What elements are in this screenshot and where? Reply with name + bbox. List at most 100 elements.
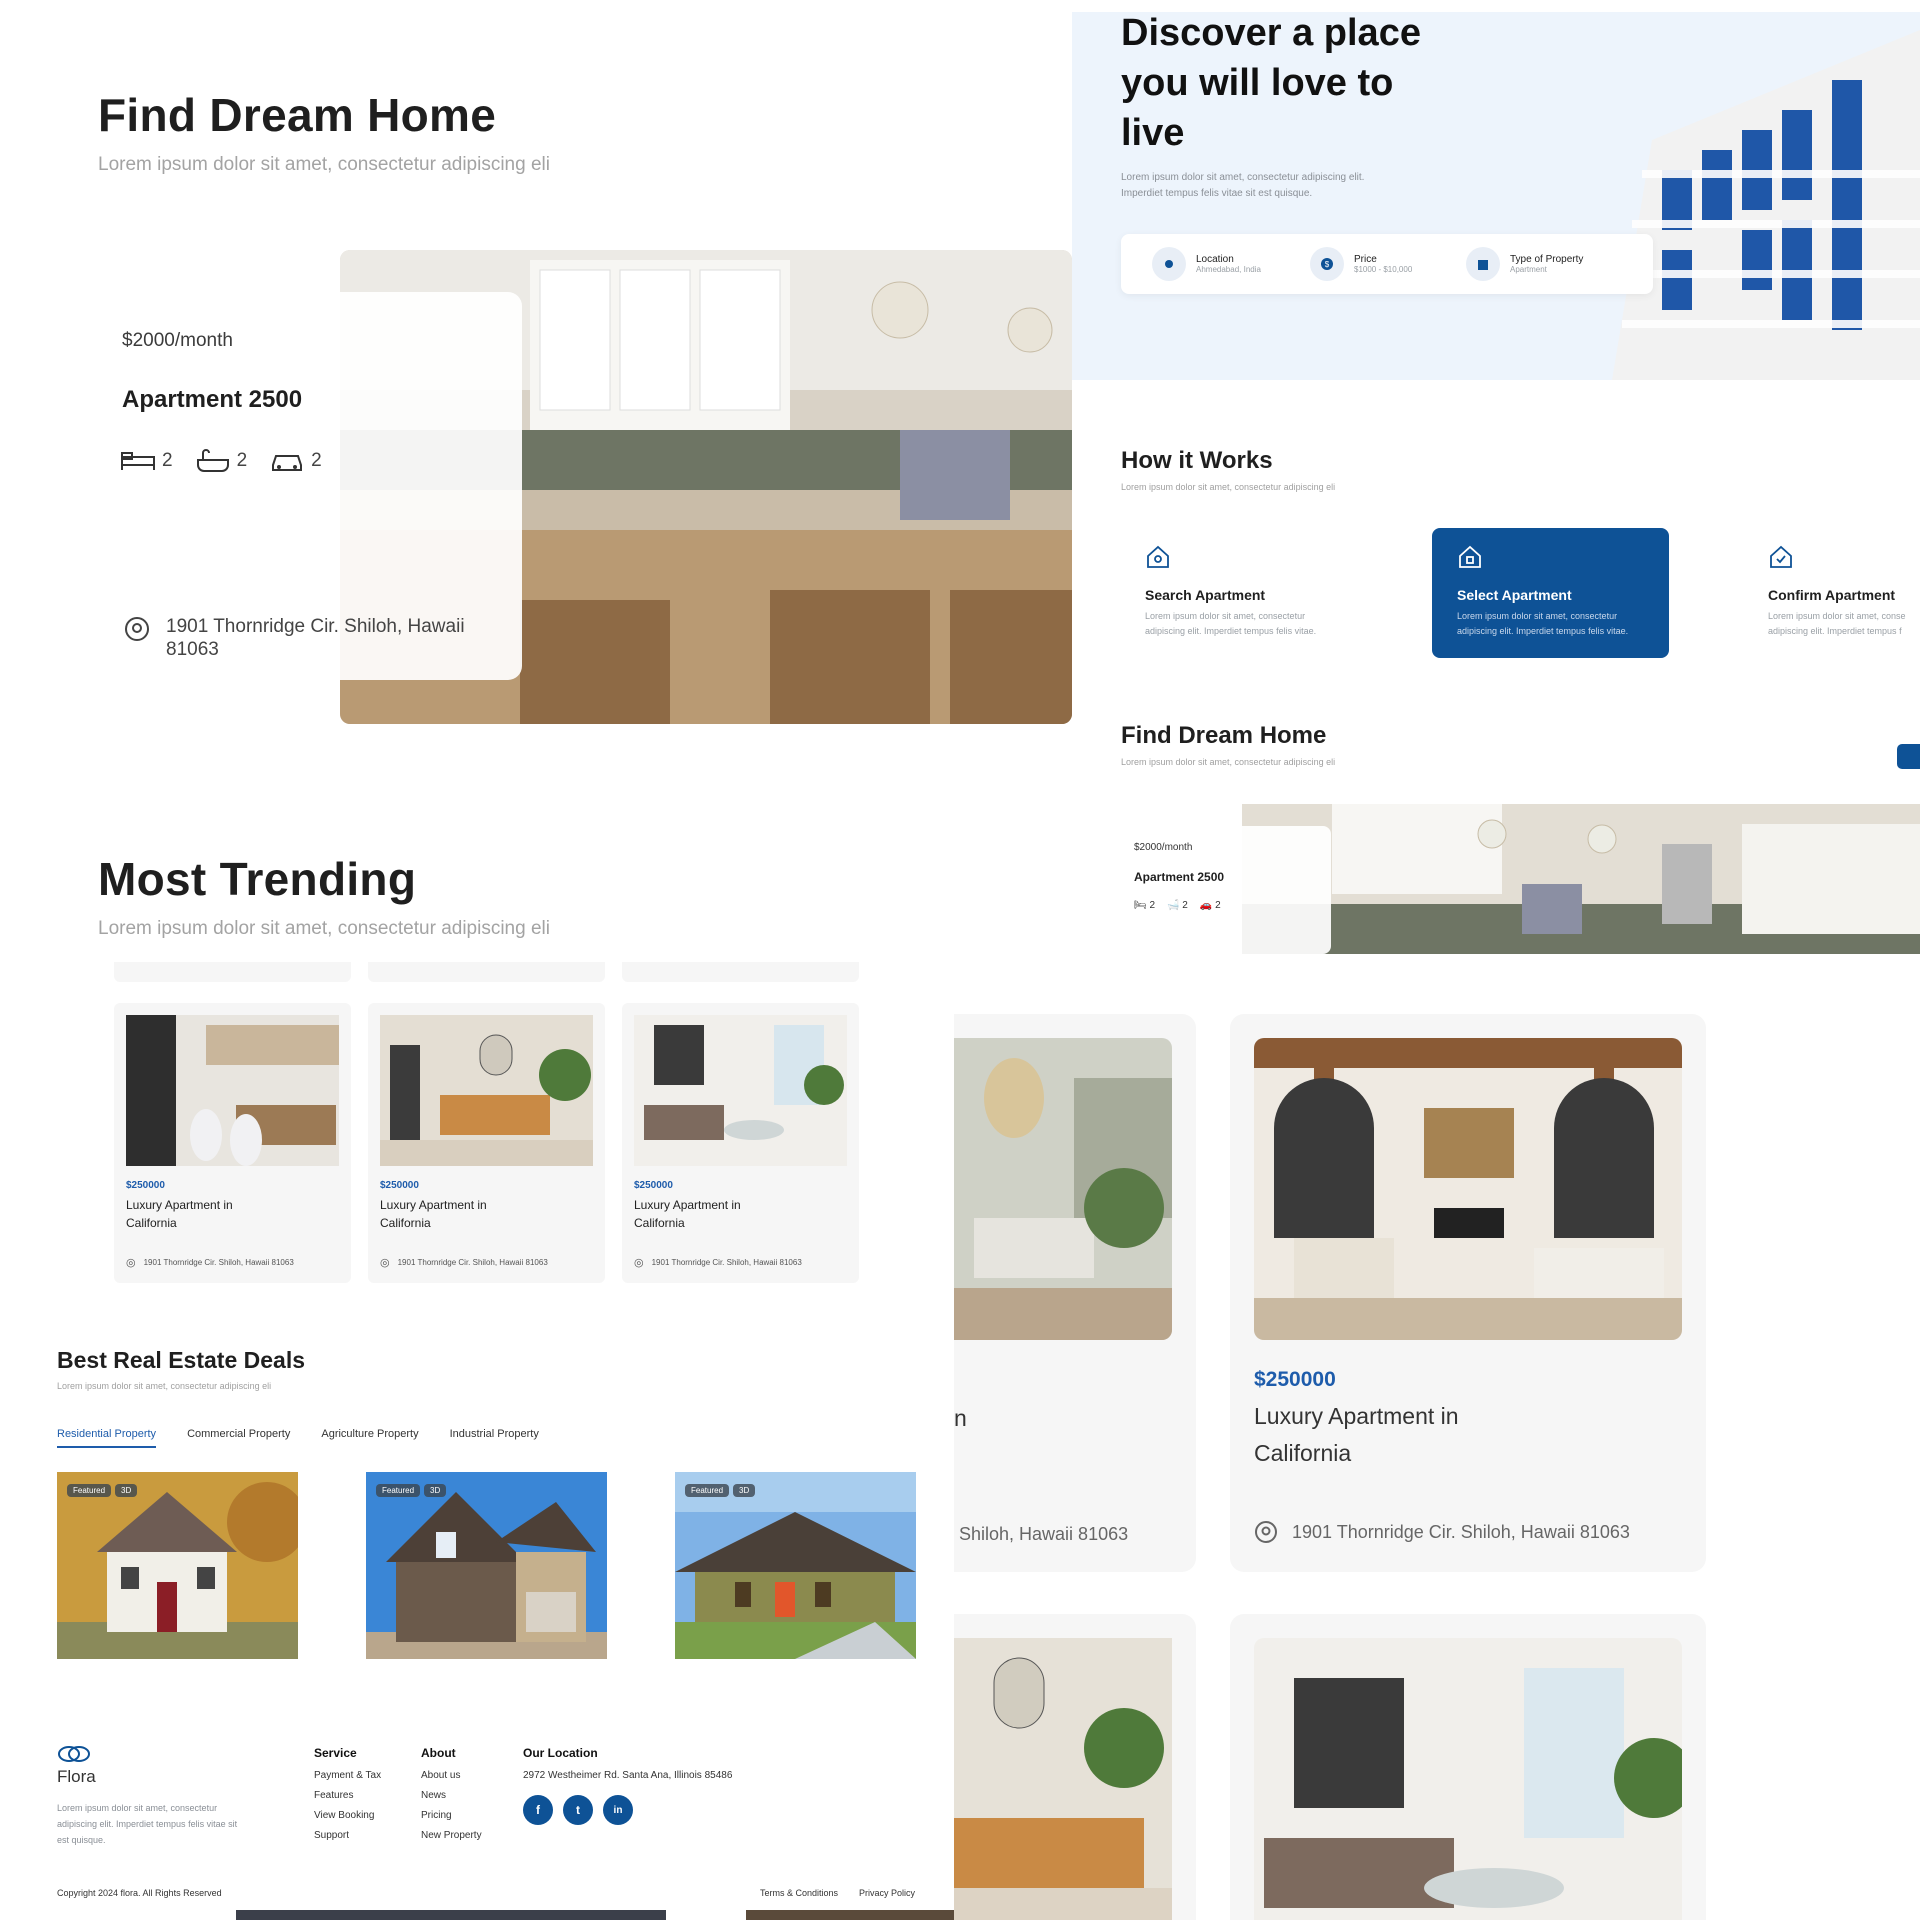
trending-photo-2 <box>380 1015 593 1166</box>
step-confirm[interactable]: Confirm Apartment Lorem ipsum dolor sit … <box>1768 544 1920 639</box>
trending-price-2: $250000 <box>380 1180 419 1191</box>
trending-card-partial-1 <box>114 962 351 982</box>
bed-feature: 2 <box>120 450 173 472</box>
deal-photo-2[interactable] <box>366 1472 607 1659</box>
listing-name: Apartment 2500 <box>122 386 303 413</box>
footer-link-support[interactable]: Support <box>314 1830 381 1841</box>
step-select-desc: Lorem ipsum dolor sit amet, consectetur a… <box>1457 609 1657 639</box>
footer-about-heading: About <box>421 1746 456 1760</box>
location-value: Ahmedabad, India <box>1196 265 1261 274</box>
small-car-count: 2 <box>1215 900 1221 911</box>
price-label: Price <box>1354 254 1377 265</box>
trending-address-2-text: 1901 Thornridge Cir. Shiloh, Hawaii 8106… <box>397 1258 548 1267</box>
step-confirm-desc-line1: Lorem ipsum dolor sit amet, conse <box>1768 611 1906 621</box>
listing-price: $2000/month <box>122 330 233 351</box>
find-home-view-all-button[interactable] <box>1897 744 1920 769</box>
trending-subtitle: Lorem ipsum dolor sit amet, consectetur … <box>98 918 550 939</box>
large-card-partial-address: Shiloh, Hawaii 81063 <box>959 1524 1129 1544</box>
step-search-desc-line1: Lorem ipsum dolor sit amet, consectetur <box>1145 611 1306 621</box>
deal-badges-3: Featured 3D <box>685 1484 756 1497</box>
large-card-name-line1: Luxury Apartment in <box>1254 1403 1459 1429</box>
trending-address-1-text: 1901 Thornridge Cir. Shiloh, Hawaii 8106… <box>143 1258 294 1267</box>
trending-name-2-line2: California <box>380 1216 431 1230</box>
bath-count: 2 <box>236 450 248 471</box>
facebook-icon[interactable]: f <box>523 1795 553 1825</box>
footer-about-line1: Lorem ipsum dolor sit amet, consectetur <box>57 1803 218 1813</box>
find-home-small-subtitle: Lorem ipsum dolor sit amet, consectetur … <box>1121 757 1336 767</box>
step-confirm-desc-line2: adipiscing elit. Imperdiet tempus f <box>1768 626 1902 636</box>
location-icon <box>1152 247 1186 281</box>
house-search-icon <box>1147 545 1169 568</box>
footer-service-heading: Service <box>314 1746 357 1760</box>
trending-address-1: ◎ 1901 Thornridge Cir. Shiloh, Hawaii 810… <box>126 1256 294 1269</box>
price-value: $1000 - $10,000 <box>1354 265 1413 274</box>
deal-photo-1[interactable] <box>57 1472 298 1659</box>
step-search-desc-line2: adipiscing elit. Imperdiet tempus felis … <box>1145 626 1317 636</box>
location-label: Location <box>1196 254 1234 265</box>
large-card-address-text: 1901 Thornridge Cir. Shiloh, Hawaii 8106… <box>1292 1521 1630 1542</box>
trending-name-1: Luxury Apartment in California <box>126 1196 233 1232</box>
search-location[interactable]: Location Ahmedabad, India <box>1152 247 1261 281</box>
car-feature: 2 <box>269 449 322 473</box>
footer-privacy-link[interactable]: Privacy Policy <box>859 1888 915 1898</box>
twitter-icon[interactable]: t <box>563 1795 593 1825</box>
footer-about-line3: est quisque. <box>57 1835 106 1845</box>
featured-badge: Featured <box>376 1484 421 1497</box>
search-price[interactable]: $ Price $1000 - $10,000 <box>1310 247 1412 281</box>
footer-link-pricing[interactable]: Pricing <box>421 1810 482 1821</box>
trending-name-1-line1: Luxury Apartment in <box>126 1198 233 1212</box>
footer-terms-link[interactable]: Terms & Conditions <box>760 1888 838 1898</box>
bottom-cropped-image-1 <box>236 1910 666 1920</box>
linkedin-icon[interactable]: in <box>603 1795 633 1825</box>
bathtub-icon: 🛁 <box>1167 900 1180 911</box>
footer-about-line2: adipiscing elit. Imperdiet tempus felis … <box>57 1819 238 1829</box>
discover-title-line1: Discover a place <box>1121 12 1421 54</box>
footer-link-payment[interactable]: Payment & Tax <box>314 1770 381 1781</box>
tab-residential[interactable]: Residential Property <box>57 1428 157 1448</box>
step-search-title: Search Apartment <box>1145 587 1266 603</box>
discover-desc-line2: Imperdiet tempus felis vitae sit est qui… <box>1121 188 1313 199</box>
footer-link-news[interactable]: News <box>421 1790 482 1801</box>
trending-name-2-line1: Luxury Apartment in <box>380 1198 487 1212</box>
large-card-partial-name: n <box>954 1405 967 1431</box>
tab-agriculture[interactable]: Agriculture Property <box>321 1428 418 1448</box>
dollar-icon: $ <box>1310 247 1344 281</box>
building-icon <box>1466 247 1500 281</box>
footer-link-features[interactable]: Features <box>314 1790 381 1801</box>
tab-industrial[interactable]: Industrial Property <box>450 1428 539 1448</box>
step-select-content: Select Apartment Lorem ipsum dolor sit a… <box>1457 544 1657 639</box>
footer-link-about-us[interactable]: About us <box>421 1770 482 1781</box>
trending-price-1: $250000 <box>126 1180 165 1191</box>
3d-badge: 3D <box>733 1484 756 1497</box>
deal-photo-3[interactable] <box>675 1472 916 1659</box>
kitchen-photo-small <box>1242 804 1920 954</box>
how-it-works-title: How it Works <box>1121 447 1273 474</box>
small-car-feature: 🚗 2 <box>1200 900 1221 911</box>
trending-name-2: Luxury Apartment in California <box>380 1196 487 1232</box>
search-property-type[interactable]: Type of Property Apartment <box>1466 247 1583 281</box>
flora-logo-icon <box>58 1746 90 1762</box>
footer-link-view-booking[interactable]: View Booking <box>314 1810 381 1821</box>
house-check-icon <box>1770 545 1792 568</box>
discover-desc: Lorem ipsum dolor sit amet, consectetur … <box>1121 170 1364 202</box>
location-pin-icon: ◎ <box>126 1257 136 1269</box>
footer-service-column: Service Payment & Tax Features View Book… <box>314 1746 381 1841</box>
tab-commercial[interactable]: Commercial Property <box>187 1428 290 1448</box>
trending-address-3: ◎ 1901 Thornridge Cir. Shiloh, Hawaii 810… <box>634 1256 802 1269</box>
footer-location-column: Our Location 2972 Westheimer Rd. Santa A… <box>523 1746 732 1825</box>
step-search[interactable]: Search Apartment Lorem ipsum dolor sit a… <box>1145 544 1345 639</box>
location-pin-icon: ◎ <box>634 1257 644 1269</box>
step-confirm-title: Confirm Apartment <box>1768 587 1896 603</box>
trending-name-3-line1: Luxury Apartment in <box>634 1198 741 1212</box>
flora-logo[interactable]: Flora <box>57 1744 96 1787</box>
social-links: f t in <box>523 1795 732 1825</box>
large-card-name-line2: California <box>1254 1440 1352 1466</box>
large-card-price: $250000 <box>1254 1368 1336 1391</box>
footer-link-new-property[interactable]: New Property <box>421 1830 482 1841</box>
trending-card-partial-3 <box>622 962 859 982</box>
deals-title: Best Real Estate Deals <box>57 1347 306 1373</box>
trending-name-3: Luxury Apartment in California <box>634 1196 741 1232</box>
step-select-desc-line1: Lorem ipsum dolor sit amet, consectetur <box>1457 611 1618 621</box>
featured-badge: Featured <box>685 1484 730 1497</box>
step-select-desc-line2: adipiscing elit. Imperdiet tempus felis … <box>1457 626 1629 636</box>
